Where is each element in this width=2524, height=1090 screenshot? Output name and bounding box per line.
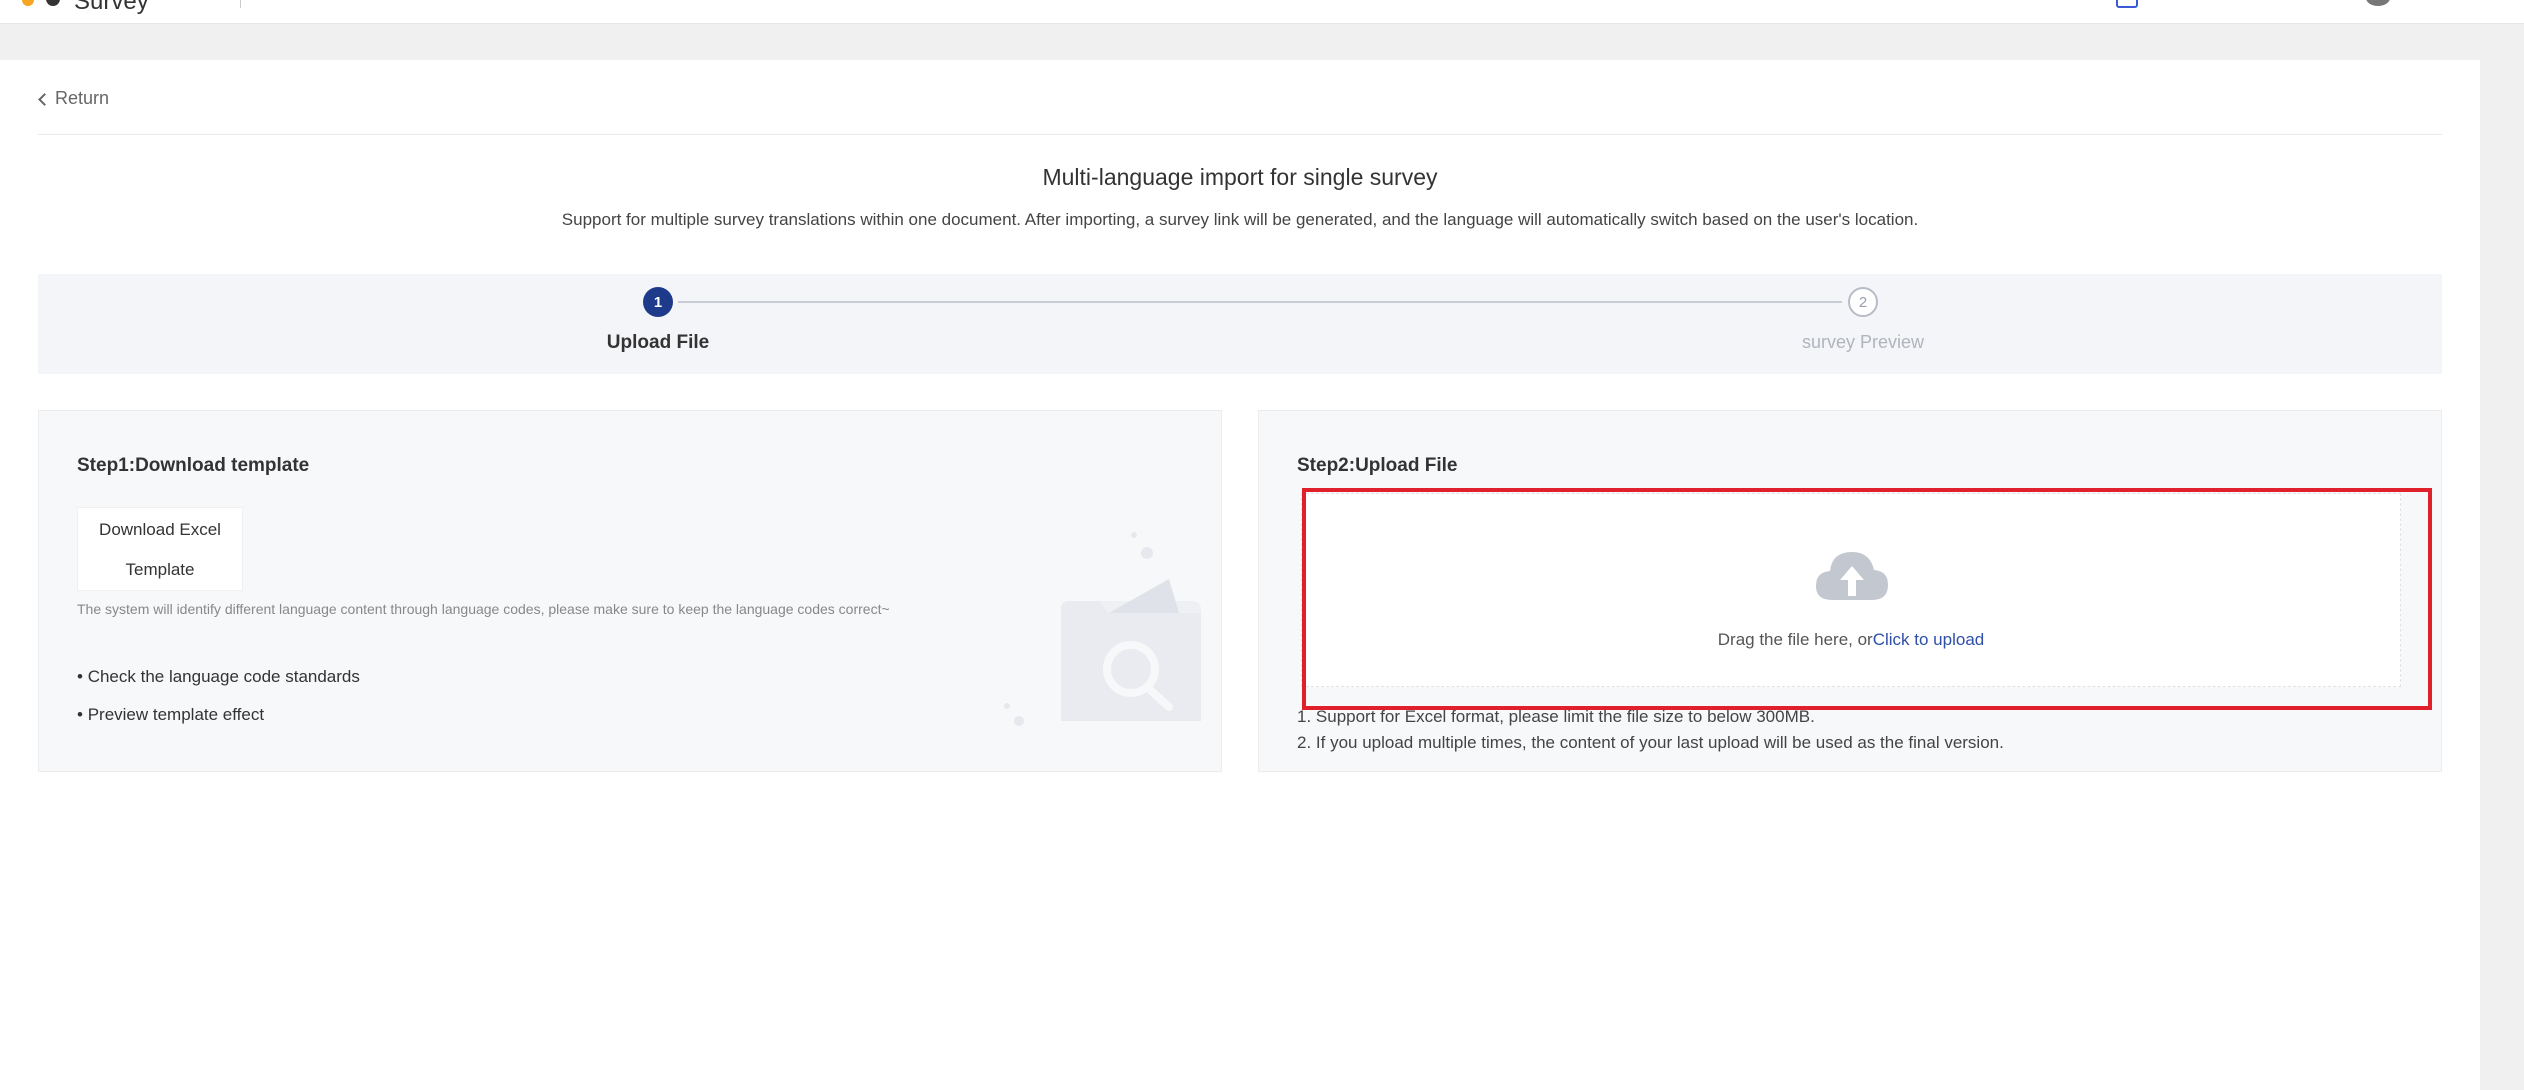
logo-secondary-icon — [46, 0, 60, 6]
return-label: Return — [55, 88, 110, 108]
bullet-preview-template[interactable]: • Preview template effect — [77, 705, 264, 725]
avatar[interactable] — [2366, 0, 2390, 6]
brand-name: Survey — [74, 0, 149, 15]
page-subtitle: Support for multiple survey translations… — [561, 210, 1919, 229]
upload-note-last-version: 2. If you upload multiple times, the con… — [1297, 733, 2004, 752]
header-divider — [38, 134, 2442, 135]
step2-heading: Step2:Upload File — [1297, 455, 1458, 476]
step-1-label: Upload File — [606, 332, 710, 353]
page-title: Multi-language import for single survey — [1042, 164, 1438, 190]
scrollbar-track[interactable] — [2480, 60, 2524, 1090]
folder-search-illustration-icon — [1004, 532, 1201, 726]
language-code-standards-link[interactable]: Check the language code standards — [88, 667, 360, 686]
upload-file-panel: Step2:Upload File Drag the file here, or… — [1258, 410, 2442, 772]
step-2-label: survey Preview — [1801, 332, 1925, 352]
file-dropzone[interactable]: Drag the file here, orClick to upload — [1301, 493, 2401, 687]
step-2-indicator: 2 — [1848, 287, 1878, 317]
step-1-indicator: 1 — [643, 287, 673, 317]
top-navigation-bar: Survey — [0, 0, 2524, 24]
logo-icon — [22, 0, 34, 6]
drag-file-text: Drag the file here, or — [1717, 630, 1873, 649]
nav-divider — [240, 0, 241, 8]
download-template-panel: Step1:Download template Download Excel T… — [38, 410, 1222, 772]
step-connector-line — [678, 301, 1842, 303]
step1-heading: Step1:Download template — [77, 455, 310, 476]
calendar-icon[interactable] — [2116, 0, 2138, 8]
bullet-language-code-standards[interactable]: • Check the language code standards — [77, 667, 360, 687]
click-to-upload-link[interactable]: Click to upload — [1873, 630, 1985, 649]
chevron-left-icon — [38, 92, 51, 106]
return-link[interactable]: Return — [38, 88, 110, 109]
cloud-upload-icon — [1816, 552, 1888, 600]
main-content: Return Multi-language import for single … — [0, 60, 2480, 1090]
dropzone-text: Drag the file here, orClick to upload — [1302, 630, 2400, 650]
language-code-hint: The system will identify different langu… — [77, 601, 890, 617]
download-excel-template-button[interactable]: Download Excel Template — [77, 507, 243, 591]
upload-note-size-limit: 1. Support for Excel format, please limi… — [1297, 707, 1815, 726]
preview-template-effect-link[interactable]: Preview template effect — [88, 705, 264, 724]
progress-stepper: 1 2 Upload File survey Preview — [38, 274, 2442, 374]
